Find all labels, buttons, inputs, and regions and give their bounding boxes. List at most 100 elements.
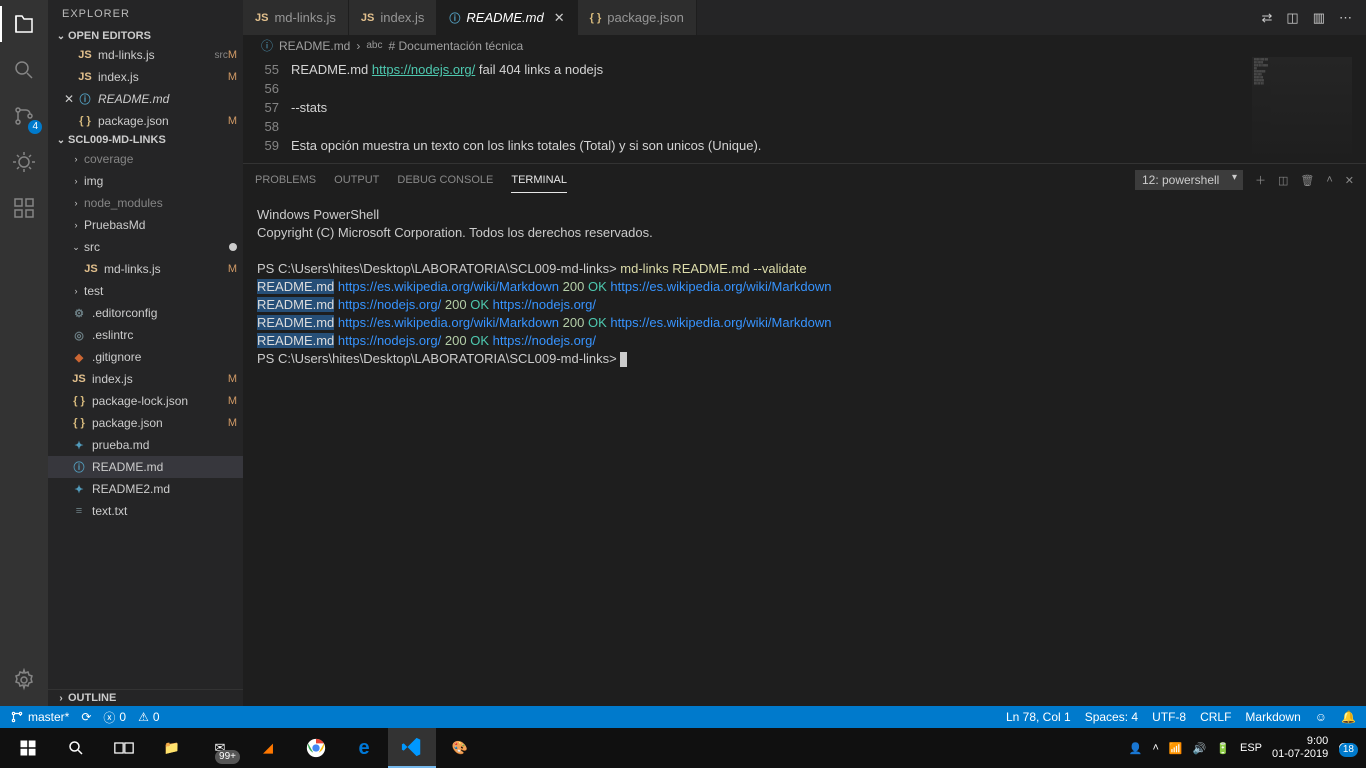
trash-icon[interactable]: 🗑 — [1300, 168, 1314, 193]
item-name: img — [84, 174, 237, 188]
tree-item[interactable]: ◎.eslintrc — [48, 324, 243, 346]
split-editor-icon[interactable]: ▥ — [1313, 10, 1325, 26]
encoding-indicator[interactable]: UTF-8 — [1152, 710, 1186, 724]
volume-icon[interactable]: 🔊 — [1193, 742, 1207, 755]
settings-gear-icon[interactable] — [10, 666, 38, 694]
chevron-icon: › — [70, 176, 82, 186]
indent-indicator[interactable]: Spaces: 4 — [1085, 710, 1138, 724]
editor-tab[interactable]: JSmd-links.js — [243, 0, 349, 35]
avast-icon[interactable]: ◢ — [244, 728, 292, 768]
tree-item[interactable]: ›PruebasMd — [48, 214, 243, 236]
explorer-icon[interactable] — [10, 10, 38, 38]
split-terminal-icon[interactable]: ◫ — [1278, 168, 1288, 193]
modified-badge: M — [228, 373, 237, 385]
tray-up-icon[interactable]: ˄ — [1152, 742, 1158, 754]
tree-item[interactable]: ⌄src — [48, 236, 243, 258]
branch-indicator[interactable]: master* — [10, 710, 69, 724]
code-content[interactable]: README.md https://nodejs.org/ fail 404 l… — [291, 57, 765, 163]
start-button[interactable] — [4, 728, 52, 768]
tree-item[interactable]: JSmd-links.jsM — [48, 258, 243, 280]
battery-icon[interactable]: 🔋 — [1216, 742, 1230, 755]
file-icon: ⓘ — [76, 91, 94, 107]
chevron-up-icon[interactable]: ˄ — [1326, 168, 1332, 192]
extensions-icon[interactable] — [10, 194, 38, 222]
item-name: package-lock.json — [92, 394, 228, 408]
item-name: .eslintrc — [92, 328, 237, 342]
tree-item[interactable]: ◆.gitignore — [48, 346, 243, 368]
tab-output[interactable]: OUTPUT — [334, 168, 379, 192]
tab-terminal[interactable]: TERMINAL — [511, 168, 567, 193]
open-editor-item[interactable]: JSindex.jsM — [48, 66, 243, 88]
feedback-icon[interactable]: ☺ — [1315, 710, 1327, 724]
open-editor-item[interactable]: JSmd-links.jssrcM — [48, 44, 243, 66]
close-panel-icon[interactable]: ✕ — [1345, 168, 1354, 193]
item-name: README2.md — [92, 482, 237, 496]
tab-debug-console[interactable]: DEBUG CONSOLE — [397, 168, 493, 192]
paint-icon[interactable]: 🎨 — [436, 728, 484, 768]
tab-problems[interactable]: PROBLEMS — [255, 168, 316, 192]
tree-item[interactable]: ›coverage — [48, 148, 243, 170]
keyboard-lang[interactable]: ESP — [1240, 742, 1262, 754]
people-icon[interactable]: 👤 — [1129, 742, 1143, 755]
tree-item[interactable]: ›test — [48, 280, 243, 302]
eol-indicator[interactable]: CRLF — [1200, 710, 1231, 724]
tab-label: README.md — [466, 10, 543, 25]
errors-indicator[interactable]: ⓧ 0 — [103, 709, 126, 726]
tab-label: package.json — [607, 10, 684, 25]
open-editors-list: JSmd-links.jssrcMJSindex.jsM✕ⓘREADME.md{… — [48, 44, 243, 132]
split-preview-icon[interactable]: ◫ — [1286, 10, 1298, 26]
tree-item[interactable]: { }package.jsonM — [48, 412, 243, 434]
scm-badge: 4 — [28, 120, 42, 134]
tree-item[interactable]: ✦prueba.md — [48, 434, 243, 456]
editor-body[interactable]: 5556575859 README.md https://nodejs.org/… — [243, 57, 1366, 163]
open-editor-item[interactable]: { }package.jsonM — [48, 110, 243, 132]
file-name: index.js — [98, 70, 228, 84]
source-control-icon[interactable]: 4 — [10, 102, 38, 130]
taskbar: 📁 ✉99+ ◢ e 🎨 👤 ˄ 📶 🔊 🔋 ESP 9:0001-07-201… — [0, 728, 1366, 768]
file-explorer-icon[interactable]: 📁 — [148, 728, 196, 768]
cursor-position[interactable]: Ln 78, Col 1 — [1006, 710, 1071, 724]
editor-tab[interactable]: JSindex.js — [349, 0, 438, 35]
panel-tabs: PROBLEMS OUTPUT DEBUG CONSOLE TERMINAL 1… — [243, 164, 1366, 196]
editor-tab[interactable]: ⓘREADME.md✕ — [437, 0, 577, 35]
tree-item[interactable]: { }package-lock.jsonM — [48, 390, 243, 412]
new-terminal-icon[interactable]: ＋ — [1255, 166, 1266, 194]
notifications-icon[interactable]: 💬18 — [1338, 742, 1352, 755]
more-icon[interactable]: ⋯ — [1339, 10, 1352, 26]
file-icon: { } — [70, 395, 88, 407]
tree-item[interactable]: ⚙.editorconfig — [48, 302, 243, 324]
open-editors-header[interactable]: ⌄OPEN EDITORS — [48, 28, 243, 44]
task-view-icon[interactable] — [100, 728, 148, 768]
tree-item[interactable]: ›node_modules — [48, 192, 243, 214]
taskbar-search-icon[interactable] — [52, 728, 100, 768]
wifi-icon[interactable]: 📶 — [1169, 742, 1183, 755]
file-icon: ⓘ — [70, 459, 88, 475]
language-indicator[interactable]: Markdown — [1245, 710, 1300, 724]
minimap[interactable]: ████ ███ ████ ███████ ██ ███████████████… — [1252, 57, 1352, 163]
terminal-body[interactable]: Windows PowerShellCopyright (C) Microsof… — [243, 196, 1366, 706]
open-editor-item[interactable]: ✕ⓘREADME.md — [48, 88, 243, 110]
bell-icon[interactable]: 🔔 — [1341, 710, 1356, 724]
warnings-indicator[interactable]: ⚠ 0 — [138, 710, 159, 724]
clock[interactable]: 9:0001-07-2019 — [1272, 735, 1328, 761]
compare-icon[interactable]: ⇄ — [1262, 10, 1273, 26]
tree-item[interactable]: ›img — [48, 170, 243, 192]
tree-item[interactable]: ✦README2.md — [48, 478, 243, 500]
close-icon[interactable]: ✕ — [62, 92, 76, 106]
debug-icon[interactable] — [10, 148, 38, 176]
terminal-selector[interactable]: 12: powershell — [1135, 170, 1243, 190]
breadcrumb[interactable]: ⓘ README.md › abc # Documentación técnic… — [243, 35, 1366, 57]
edge-icon[interactable]: e — [340, 728, 388, 768]
search-icon[interactable] — [10, 56, 38, 84]
vscode-icon[interactable] — [388, 728, 436, 768]
chrome-icon[interactable] — [292, 728, 340, 768]
tree-item[interactable]: JSindex.jsM — [48, 368, 243, 390]
tree-item[interactable]: ⓘREADME.md — [48, 456, 243, 478]
tree-item[interactable]: ≡text.txt — [48, 500, 243, 522]
editor-tab[interactable]: { }package.json — [578, 0, 697, 35]
outline-header[interactable]: ›OUTLINE — [48, 689, 243, 706]
mail-icon[interactable]: ✉99+ — [196, 728, 244, 768]
close-icon[interactable]: ✕ — [554, 10, 565, 26]
sync-icon[interactable]: ⟳ — [81, 710, 91, 724]
project-header[interactable]: ⌄SCL009-MD-LINKS — [48, 132, 243, 148]
